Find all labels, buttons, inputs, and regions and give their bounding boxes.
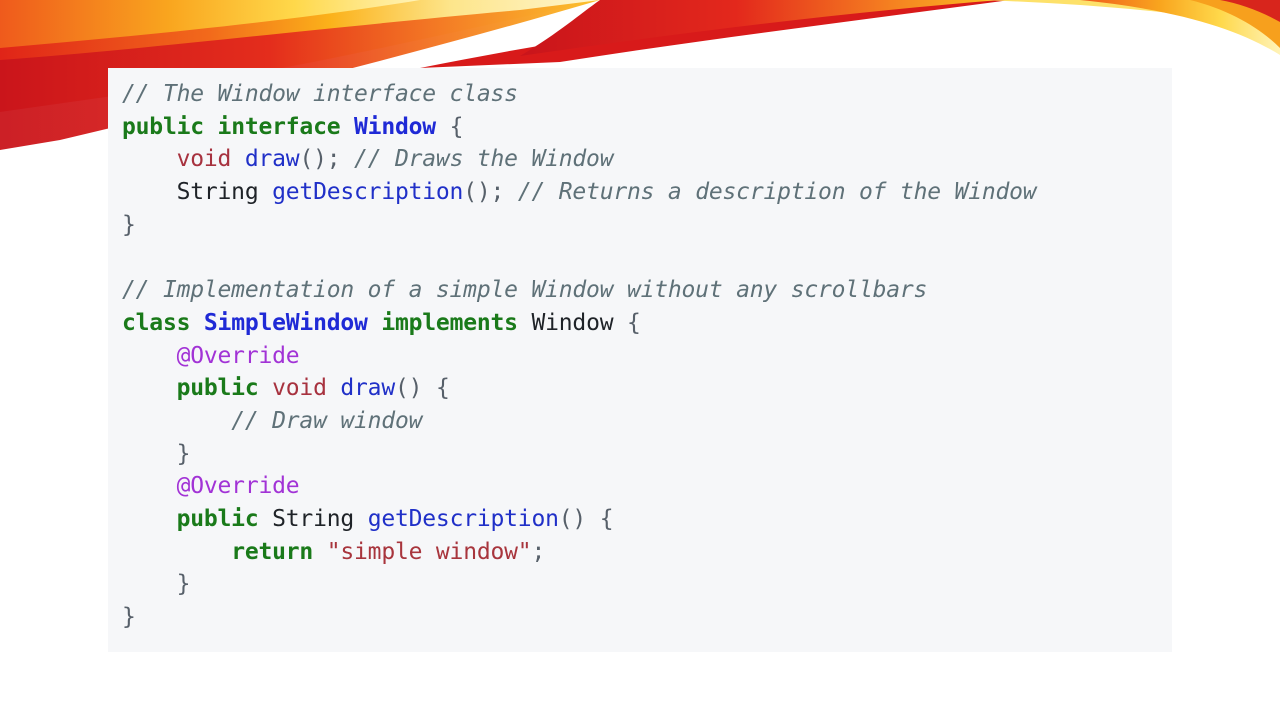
keyword-public: public xyxy=(176,505,259,532)
code-line-2: public interface Window { xyxy=(122,111,1172,144)
semicolon: ; xyxy=(531,538,546,565)
method-name: getDescription xyxy=(272,179,464,206)
code-line-3: void draw(); // Draws the Window xyxy=(122,143,1172,176)
code-comment: // The Window interface class xyxy=(122,81,518,107)
punctuation: (); xyxy=(299,146,341,173)
annotation-override: @Override xyxy=(176,473,300,500)
type-void: void xyxy=(176,146,232,173)
code-comment: // Draw window xyxy=(231,407,423,434)
method-name: getDescription xyxy=(367,505,559,532)
code-line-7: // Implementation of a simple Window wit… xyxy=(122,274,1172,307)
code-block: // The Window interface class public int… xyxy=(108,68,1172,652)
string-literal: "simple window" xyxy=(326,538,532,565)
keyword-class: class xyxy=(122,309,191,336)
method-name: draw xyxy=(340,375,395,402)
method-name: draw xyxy=(244,146,300,173)
punctuation: () xyxy=(394,375,423,402)
punctuation: (); xyxy=(463,179,505,206)
code-comment: // Implementation of a simple Window wit… xyxy=(122,277,928,304)
code-line-12: } xyxy=(122,438,1172,471)
type-string: String xyxy=(272,505,355,532)
implemented-interface: Window xyxy=(531,309,614,336)
open-brace: { xyxy=(449,113,464,140)
code-line-11: // Draw window xyxy=(122,405,1172,438)
code-line-13: @Override xyxy=(122,470,1172,503)
close-brace: } xyxy=(176,440,191,467)
close-brace: } xyxy=(176,571,191,598)
type-void: void xyxy=(272,375,327,402)
open-brace: { xyxy=(599,505,614,532)
slide: // The Window interface class public int… xyxy=(0,0,1280,720)
punctuation: () xyxy=(558,505,587,532)
code-line-15: return "simple window"; xyxy=(122,536,1172,569)
code-line-17: } xyxy=(122,601,1172,634)
class-name: SimpleWindow xyxy=(203,309,368,336)
code-comment: // Draws the Window xyxy=(354,146,614,173)
code-line-1: // The Window interface class xyxy=(122,78,1172,111)
keyword-public: public xyxy=(122,113,204,140)
close-brace: } xyxy=(122,604,136,630)
close-brace: } xyxy=(122,211,136,238)
annotation-override: @Override xyxy=(176,342,300,369)
open-brace: { xyxy=(435,375,450,402)
interface-name: Window xyxy=(354,113,436,140)
code-line-16: } xyxy=(122,568,1172,601)
code-line-4: String getDescription(); // Returns a de… xyxy=(122,176,1172,209)
keyword-return: return xyxy=(231,538,314,565)
code-line-10: public void draw() { xyxy=(122,372,1172,405)
code-line-8: class SimpleWindow implements Window { xyxy=(122,307,1172,340)
keyword-implements: implements xyxy=(381,309,518,336)
keyword-interface: interface xyxy=(217,113,341,140)
type-string: String xyxy=(176,179,259,206)
open-brace: { xyxy=(627,309,641,336)
code-line-5: } xyxy=(122,209,1172,242)
code-line-6-blank xyxy=(122,241,1172,274)
keyword-public: public xyxy=(176,375,259,402)
code-line-9: @Override xyxy=(122,340,1172,373)
code-line-14: public String getDescription() { xyxy=(122,503,1172,536)
code-comment: // Returns a description of the Window xyxy=(517,179,1037,206)
